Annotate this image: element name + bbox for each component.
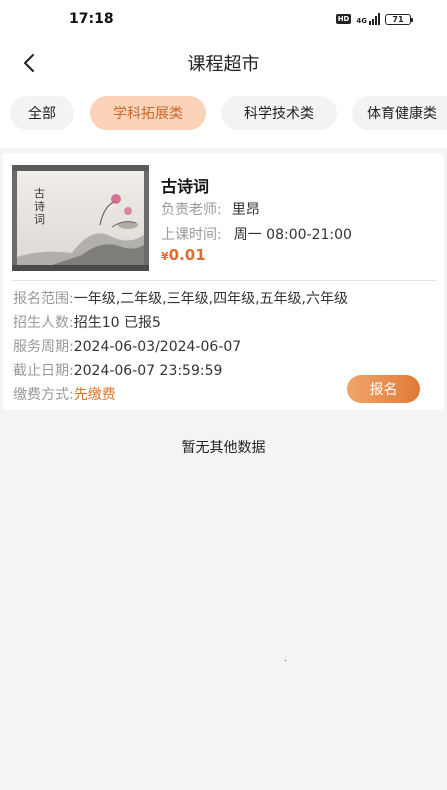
course-name: 古诗词	[161, 177, 210, 196]
payment-value: 先缴费	[73, 387, 116, 403]
class-time-label: 上课时间:	[161, 227, 222, 243]
dot	[285, 660, 286, 661]
signup-button[interactable]: 报名	[347, 375, 420, 403]
tab-label: 科学技术类	[244, 106, 314, 122]
course-thumbnail: 古 诗 词	[12, 165, 149, 271]
enroll-row: 招生人数:招生10 已报5	[13, 312, 161, 332]
svg-text:词: 词	[34, 213, 45, 226]
period-label: 服务周期:	[13, 339, 74, 355]
teacher-label: 负责老师:	[161, 202, 222, 218]
course-thumbnail-image: 古 诗 词	[12, 165, 149, 271]
price-amount: 0.01	[168, 246, 206, 264]
tab-science-tech[interactable]: 科学技术类	[221, 96, 337, 130]
scope-value: 一年级,二年级,三年级,四年级,五年级,六年级	[73, 291, 348, 307]
period-value: 2024-06-03/2024-06-07	[73, 339, 242, 355]
tab-subject-extension[interactable]: 学科拓展类	[90, 96, 206, 130]
tab-all[interactable]: 全部	[10, 96, 74, 130]
tab-label: 学科拓展类	[113, 106, 183, 122]
deadline-row: 截止日期:2024-06-07 23:59:59	[13, 360, 222, 380]
battery-level: 71	[392, 14, 404, 24]
empty-area	[3, 421, 444, 790]
page-title: 课程超市	[187, 54, 260, 75]
hd-icon: HD	[335, 14, 352, 24]
teacher-row: 负责老师: 里昂	[161, 199, 260, 219]
scope-row: 报名范围:一年级,二年级,三年级,四年级,五年级,六年级	[13, 288, 348, 308]
payment-label: 缴费方式:	[13, 387, 74, 403]
teacher-name: 里昂	[231, 202, 260, 218]
class-time: 周一 08:00-21:00	[233, 227, 352, 243]
tab-label: 全部	[28, 106, 56, 122]
svg-text:古: 古	[34, 187, 45, 200]
scope-label: 报名范围:	[13, 291, 74, 307]
deadline-label: 截止日期:	[13, 363, 74, 379]
currency-symbol: ¥	[161, 250, 169, 263]
signal-icon: 4G	[356, 13, 380, 25]
category-tabs: 全部 学科拓展类 科学技术类 体育健康类	[0, 96, 447, 130]
course-card[interactable]: 古 诗 词 古诗词 负责老师: 里昂 上课时间: 周一 08:00-21:00 ¥0…	[3, 153, 444, 410]
price: ¥0.01	[161, 245, 206, 264]
class-time-row: 上课时间: 周一 08:00-21:00	[161, 224, 352, 244]
status-time: 17:18	[69, 11, 114, 27]
empty-message: 暂无其他数据	[181, 440, 266, 456]
tab-sports-health[interactable]: 体育健康类	[352, 96, 447, 130]
enroll-label: 招生人数:	[13, 315, 74, 331]
enroll-value: 招生10 已报5	[73, 315, 161, 331]
svg-text:诗: 诗	[34, 199, 45, 213]
payment-row: 缴费方式:先缴费	[13, 384, 116, 404]
period-row: 服务周期:2024-06-03/2024-06-07	[13, 336, 241, 356]
tab-label: 体育健康类	[367, 106, 437, 122]
battery-icon: 71	[385, 13, 413, 25]
divider	[12, 280, 437, 281]
status-icons: HD 4G 71	[335, 13, 413, 25]
deadline-value: 2024-06-07 23:59:59	[73, 363, 223, 379]
